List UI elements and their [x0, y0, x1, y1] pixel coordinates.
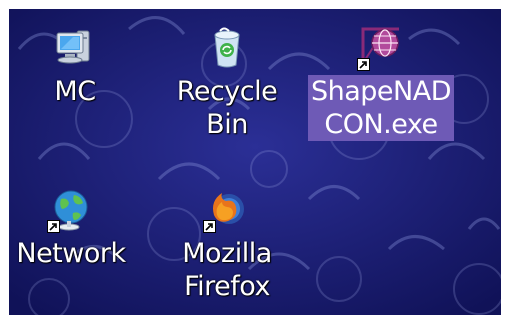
desktop-icon-firefox[interactable]: Mozilla Firefox — [172, 185, 282, 303]
desktop[interactable]: MC Recycle Bin ShapeNAD CON.exe Network … — [9, 9, 501, 315]
desktop-icon-label: Network — [16, 238, 126, 269]
shortcut-arrow-icon — [357, 58, 370, 71]
firefox-icon — [203, 185, 251, 233]
desktop-icon-label: Recycle Bin — [176, 76, 278, 140]
desktop-icon-network[interactable]: Network — [9, 185, 133, 270]
network-icon — [47, 185, 95, 233]
desktop-icon-label: MC — [54, 76, 96, 107]
desktop-icon-shapenadcon[interactable]: ShapeNAD CON.exe — [303, 23, 459, 141]
desktop-icon-label: ShapeNAD CON.exe — [307, 75, 454, 141]
shortcut-arrow-icon — [203, 220, 216, 233]
shortcut-arrow-icon — [47, 220, 60, 233]
desktop-icon-label: Mozilla Firefox — [182, 238, 272, 302]
shapenadcon-app-icon — [357, 23, 405, 71]
desktop-icon-mc[interactable]: MC — [45, 23, 105, 108]
desktop-icon-recycle-bin[interactable]: Recycle Bin — [172, 23, 282, 141]
computer-icon — [51, 23, 99, 71]
recycle-bin-icon — [203, 23, 251, 71]
